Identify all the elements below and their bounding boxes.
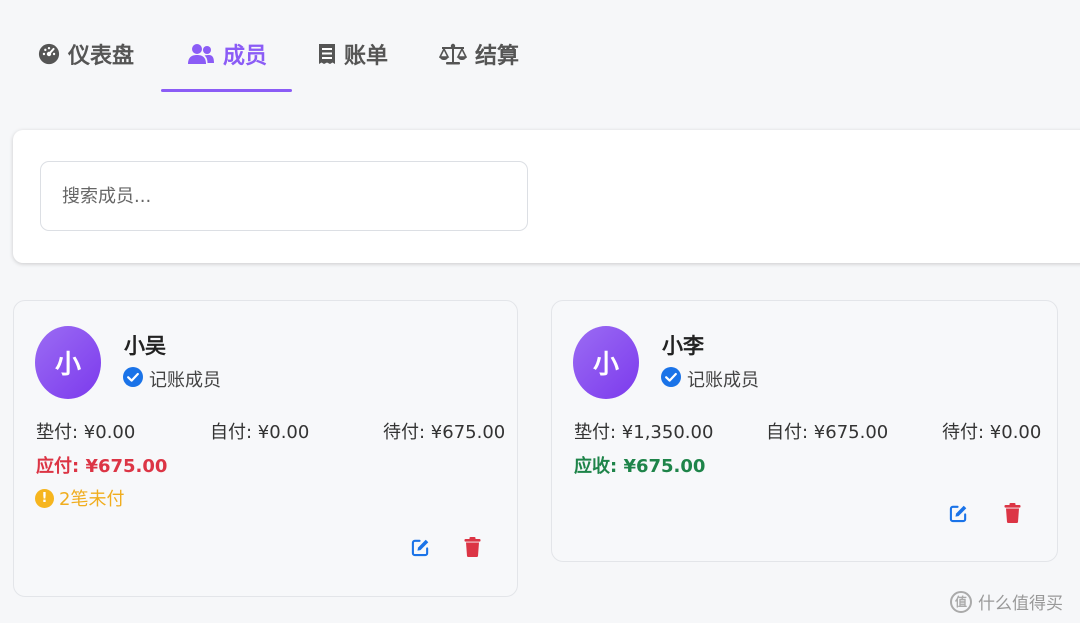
pending-amount: 待付: ¥0.00	[942, 422, 1042, 443]
member-card: 小 小李 记账成员 垫付: ¥1,350.00 自付: ¥675.00 待付: …	[551, 300, 1058, 562]
tab-bills-label: 账单	[344, 44, 389, 69]
main-tabs: 仪表盘 成员 账单 结算	[0, 0, 1080, 96]
balance-amount: 应收: ¥675.00	[574, 456, 706, 477]
search-input[interactable]	[40, 161, 528, 231]
member-role: 记账成员	[661, 366, 759, 392]
self-paid-amount: 自付: ¥0.00	[210, 422, 310, 443]
receipt-icon	[318, 43, 336, 65]
unpaid-count: 2笔未付	[59, 489, 125, 510]
tab-dashboard-label: 仪表盘	[68, 44, 135, 69]
edit-button[interactable]	[408, 537, 432, 561]
member-role: 记账成员	[123, 366, 221, 392]
search-panel	[13, 130, 1080, 263]
tab-members-label: 成员	[223, 44, 268, 69]
member-role-label: 记账成员	[149, 370, 221, 391]
watermark-logo-icon: 值	[950, 590, 972, 613]
edit-icon	[949, 504, 968, 527]
delete-button[interactable]	[1000, 503, 1024, 527]
tab-settlement[interactable]: 结算	[439, 36, 519, 72]
tab-settlement-label: 结算	[475, 44, 520, 69]
trash-icon	[1004, 503, 1021, 527]
member-role-label: 记账成员	[687, 370, 759, 391]
watermark-text: 什么值得买	[978, 594, 1063, 614]
advanced-amount: 垫付: ¥0.00	[36, 422, 136, 443]
edit-icon	[411, 538, 430, 561]
member-card: 小 小吴 记账成员 垫付: ¥0.00 自付: ¥0.00 待付: ¥675.0…	[13, 300, 518, 597]
advanced-amount: 垫付: ¥1,350.00	[574, 422, 714, 443]
avatar: 小	[573, 326, 639, 399]
warning-icon: !	[35, 488, 54, 508]
dashboard-icon	[38, 43, 60, 65]
pending-amount: 待付: ¥675.00	[383, 422, 506, 443]
delete-button[interactable]	[460, 537, 484, 561]
watermark: 值 什么值得买	[950, 589, 1063, 614]
self-paid-amount: 自付: ¥675.00	[766, 422, 889, 443]
member-name: 小吴	[124, 334, 166, 358]
tab-bills[interactable]: 账单	[318, 36, 388, 72]
verified-check-icon	[661, 366, 681, 392]
balance-amount: 应付: ¥675.00	[36, 456, 168, 477]
tab-members[interactable]: 成员	[187, 36, 267, 72]
verified-check-icon	[123, 366, 143, 392]
users-icon	[187, 43, 215, 65]
trash-icon	[464, 537, 481, 561]
scale-icon	[439, 43, 467, 65]
member-name: 小李	[662, 334, 704, 358]
avatar: 小	[35, 326, 101, 399]
tab-dashboard[interactable]: 仪表盘	[38, 36, 134, 72]
active-tab-indicator	[161, 89, 292, 92]
unpaid-notice: ! 2笔未付	[35, 485, 124, 511]
edit-button[interactable]	[946, 503, 970, 527]
